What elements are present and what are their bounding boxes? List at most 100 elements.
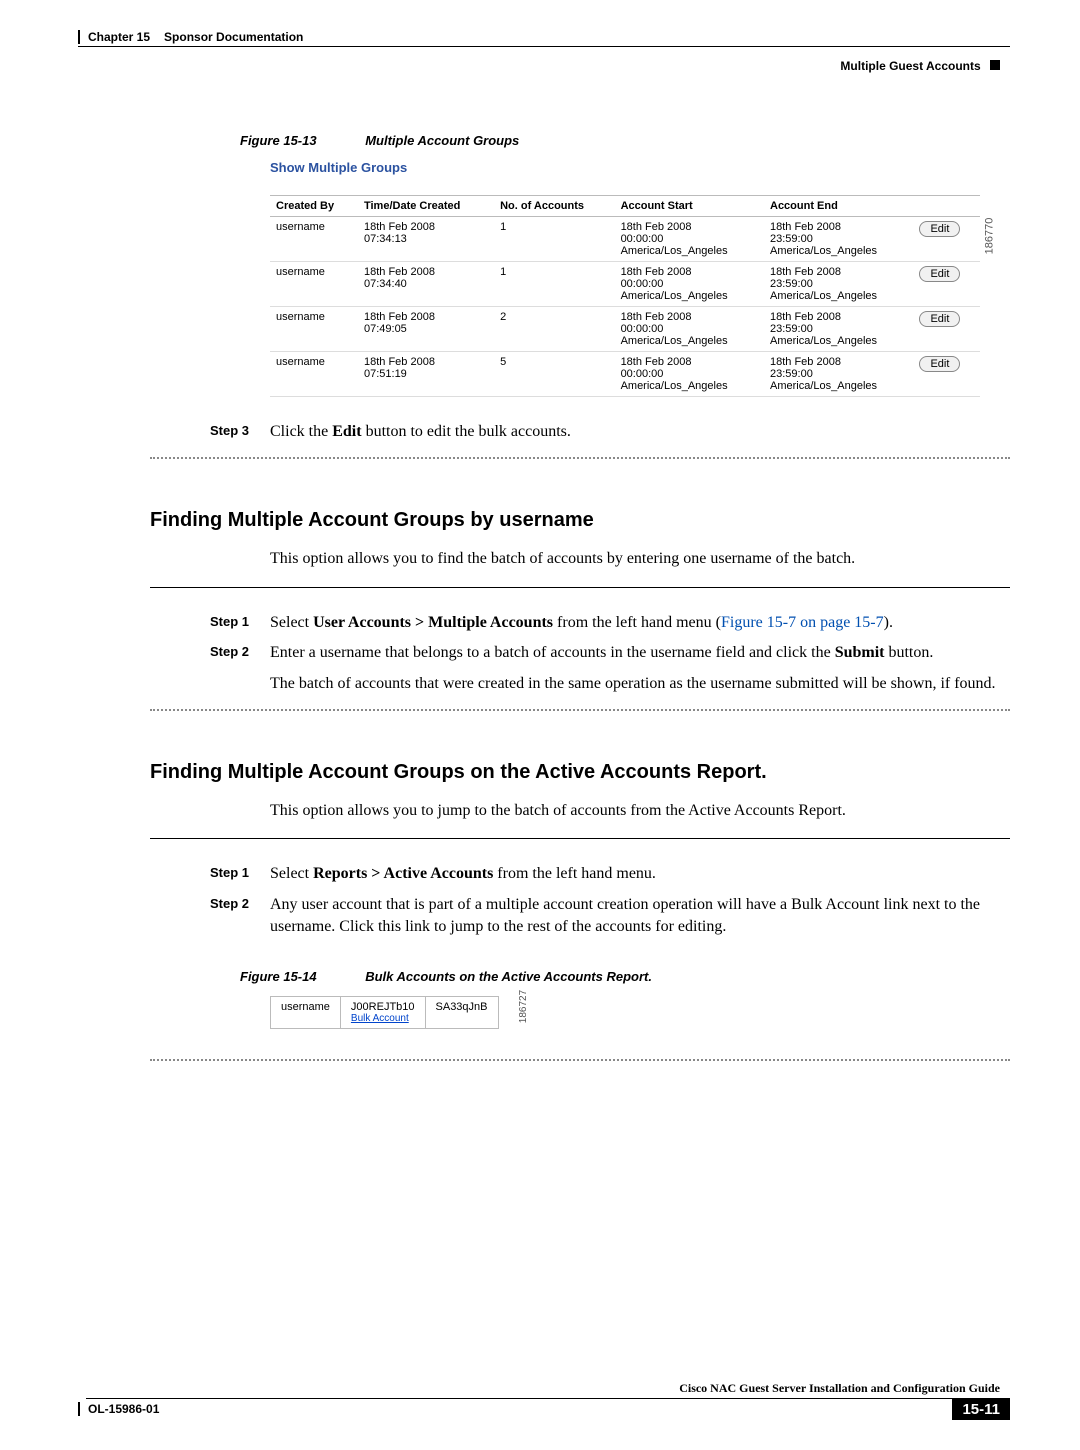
section-label-row: Multiple Guest Accounts (70, 59, 1000, 73)
figure-14-refnum: 186727 (518, 990, 529, 1023)
table-cell: 2 (494, 307, 614, 352)
page-header: Chapter 15 Sponsor Documentation (78, 30, 1010, 47)
groups-table: Created ByTime/Date CreatedNo. of Accoun… (270, 195, 980, 397)
figure-14-content: username J00REJTb10 Bulk Account SA33qJn… (270, 996, 1010, 1029)
step-3-label: Step 3 (210, 421, 270, 443)
section-username-intro: This option allows you to find the batch… (270, 548, 1010, 570)
s2-step2-body: Any user account that is part of a multi… (270, 894, 1010, 939)
show-multiple-groups-heading: Show Multiple Groups (270, 160, 980, 175)
bulk-account-link[interactable]: Bulk Account (351, 1013, 415, 1024)
header-marker-icon (990, 60, 1000, 70)
section-active-report-title: Finding Multiple Account Groups on the A… (150, 761, 1010, 784)
table-cell: 18th Feb 2008 23:59:00 America/Los_Angel… (764, 307, 913, 352)
figure-13-content: Show Multiple Groups Created ByTime/Date… (270, 160, 980, 397)
text: from the left hand menu. (493, 865, 656, 882)
text: Select (270, 614, 313, 631)
text: ). (884, 614, 893, 631)
text: User Accounts > Multiple Accounts (313, 614, 553, 631)
table-header: Time/Date Created (358, 196, 494, 217)
table-cell: username (270, 262, 358, 307)
figure-13-label: Figure 15-13 (240, 133, 317, 148)
table-header: Created By (270, 196, 358, 217)
s1-step2-label: Step 2 (210, 642, 270, 695)
table-cell: 18th Feb 2008 07:34:40 (358, 262, 494, 307)
s2-step2-label: Step 2 (210, 894, 270, 939)
s1-step1-row: Step 1 Select User Accounts > Multiple A… (210, 612, 1010, 634)
footer-book-title: Cisco NAC Guest Server Installation and … (78, 1381, 1010, 1396)
s2-step1-body: Select Reports > Active Accounts from th… (270, 863, 1010, 885)
step3-pre: Click the (270, 423, 332, 440)
table-row: username18th Feb 2008 07:34:40118th Feb … (270, 262, 980, 307)
table-cell: 18th Feb 2008 07:49:05 (358, 307, 494, 352)
table-header: Account Start (615, 196, 764, 217)
text: Reports > Active Accounts (313, 865, 493, 882)
table-cell: 18th Feb 2008 07:51:19 (358, 352, 494, 397)
table-cell: 18th Feb 2008 00:00:00 America/Los_Angel… (615, 262, 764, 307)
chapter-title: Sponsor Documentation (164, 30, 303, 44)
table-row: username18th Feb 2008 07:49:05218th Feb … (270, 307, 980, 352)
section-username-title: Finding Multiple Account Groups by usern… (150, 509, 1010, 532)
edit-button[interactable]: Edit (919, 311, 960, 327)
s1-step2-row: Step 2 Enter a username that belongs to … (210, 642, 1010, 695)
figure-14-label: Figure 15-14 (240, 969, 317, 984)
table-cell: 18th Feb 2008 23:59:00 America/Los_Angel… (764, 217, 913, 262)
table-cell: Edit (913, 262, 980, 307)
table-cell: 18th Feb 2008 23:59:00 America/Los_Angel… (764, 352, 913, 397)
edit-button[interactable]: Edit (919, 356, 960, 372)
table-cell: 18th Feb 2008 00:00:00 America/Los_Angel… (615, 217, 764, 262)
step-3-body: Click the Edit button to edit the bulk a… (270, 421, 1010, 443)
s1-step2-body: Enter a username that belongs to a batch… (270, 642, 1010, 695)
fig14-account-cell: J00REJTb10 Bulk Account (340, 996, 425, 1028)
edit-button[interactable]: Edit (919, 221, 960, 237)
divider (150, 587, 1010, 588)
footer-doc-id: OL-15986-01 (88, 1402, 159, 1416)
figure-13-title: Multiple Account Groups (365, 133, 519, 148)
table-row: username18th Feb 2008 07:34:13118th Feb … (270, 217, 980, 262)
divider (150, 1059, 1010, 1061)
text: Submit (835, 644, 885, 661)
table-cell: 1 (494, 262, 614, 307)
divider (150, 838, 1010, 839)
table-cell: 18th Feb 2008 00:00:00 America/Los_Angel… (615, 307, 764, 352)
table-cell: Edit (913, 307, 980, 352)
section-label: Multiple Guest Accounts (840, 59, 980, 73)
table-row: username18th Feb 2008 07:51:19518th Feb … (270, 352, 980, 397)
table-cell: username (270, 352, 358, 397)
table-cell: Edit (913, 352, 980, 397)
table-cell: username (270, 307, 358, 352)
page-footer: Cisco NAC Guest Server Installation and … (70, 1381, 1010, 1420)
figure-15-7-link[interactable]: Figure 15-7 on page 15-7 (721, 614, 884, 631)
figure-13-caption: Figure 15-13 Multiple Account Groups (240, 133, 1010, 148)
table-cell: 1 (494, 217, 614, 262)
fig14-username-cell: username (271, 996, 341, 1028)
text: Enter a username that belongs to a batch… (270, 644, 835, 661)
text: from the left hand menu ( (553, 614, 721, 631)
edit-button[interactable]: Edit (919, 266, 960, 282)
s1-step1-label: Step 1 (210, 612, 270, 634)
s1-step1-body: Select User Accounts > Multiple Accounts… (270, 612, 1010, 634)
page-number: 15-11 (952, 1399, 1010, 1420)
table-cell: username (270, 217, 358, 262)
step-3-row: Step 3 Click the Edit button to edit the… (210, 421, 1010, 443)
table-header (913, 196, 980, 217)
table-cell: 18th Feb 2008 23:59:00 America/Los_Angel… (764, 262, 913, 307)
figure-14-title: Bulk Accounts on the Active Accounts Rep… (365, 969, 652, 984)
divider (150, 457, 1010, 459)
fig14-code-cell: SA33qJnB (425, 996, 498, 1028)
text: J00REJTb10 (351, 1001, 415, 1013)
table-cell: 18th Feb 2008 00:00:00 America/Los_Angel… (615, 352, 764, 397)
figure-14-caption: Figure 15-14 Bulk Accounts on the Active… (240, 969, 1010, 984)
step3-post: button to edit the bulk accounts. (362, 423, 571, 440)
table-cell: 18th Feb 2008 07:34:13 (358, 217, 494, 262)
table-cell: 5 (494, 352, 614, 397)
s2-step1-label: Step 1 (210, 863, 270, 885)
text: button. (884, 644, 933, 661)
table-header: Account End (764, 196, 913, 217)
text: Select (270, 865, 313, 882)
divider (150, 709, 1010, 711)
figure-13-refnum: 186770 (984, 218, 996, 255)
s2-step1-row: Step 1 Select Reports > Active Accounts … (210, 863, 1010, 885)
section-active-report-intro: This option allows you to jump to the ba… (270, 800, 1010, 822)
step3-bold: Edit (332, 423, 361, 440)
table-header: No. of Accounts (494, 196, 614, 217)
